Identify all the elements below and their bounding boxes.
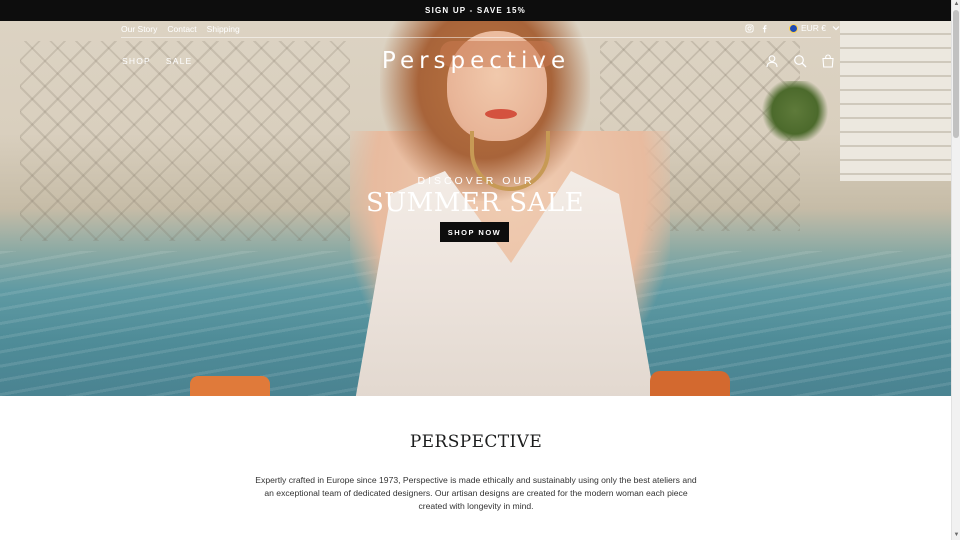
main-nav: SHOP SALE	[122, 56, 192, 66]
scroll-down-arrow-icon[interactable]: ▼	[953, 531, 960, 540]
hero-siding	[840, 21, 951, 181]
scarf-right	[650, 371, 730, 396]
about-text: Expertly crafted in Europe since 1973, P…	[255, 475, 697, 511]
eu-flag-icon	[789, 23, 798, 33]
utility-right: EUR €	[745, 23, 840, 33]
hero-title: SUMMER SALE	[365, 188, 585, 218]
instagram-icon[interactable]	[745, 23, 754, 33]
facebook-icon[interactable]	[760, 24, 769, 33]
scrollbar[interactable]: ▲ ▼	[951, 0, 960, 540]
hero-lattice-left	[20, 41, 350, 241]
search-icon[interactable]	[793, 54, 807, 68]
about-title: PERSPECTIVE	[409, 432, 543, 452]
cart-icon[interactable]	[821, 54, 835, 68]
hero-plant	[760, 81, 830, 141]
announcement-bar[interactable]: SIGN UP - SAVE 15%	[0, 0, 951, 21]
scroll-up-arrow-icon[interactable]: ▲	[953, 0, 960, 9]
hero-kicker: DISCOVER OUR	[417, 175, 535, 187]
shop-now-button[interactable]: SHOP NOW	[440, 222, 509, 242]
announcement-text[interactable]: SIGN UP - SAVE 15%	[425, 6, 526, 15]
chevron-down-icon	[832, 26, 840, 31]
header-divider	[121, 37, 831, 38]
link-our-story[interactable]: Our Story	[121, 24, 157, 34]
header-icons	[765, 54, 835, 68]
utility-links: Our Story Contact Shipping	[121, 24, 240, 34]
link-contact[interactable]: Contact	[167, 24, 196, 34]
model-lips	[485, 109, 517, 119]
scrollbar-thumb[interactable]	[953, 10, 959, 138]
link-shipping[interactable]: Shipping	[207, 24, 240, 34]
account-icon[interactable]	[765, 54, 779, 68]
scarf-left	[190, 376, 270, 396]
currency-selector[interactable]: EUR €	[789, 23, 840, 33]
nav-shop[interactable]: SHOP	[122, 56, 151, 66]
currency-label: EUR €	[801, 23, 827, 33]
site-logo[interactable]: Perspective	[376, 48, 576, 74]
nav-sale[interactable]: SALE	[166, 56, 193, 66]
